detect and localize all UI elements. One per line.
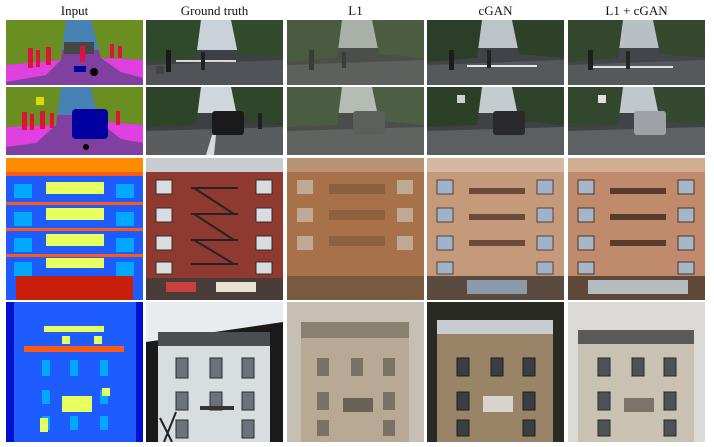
column-header-l1: L1 [348, 3, 363, 18]
facade-photo-l1-2 [287, 302, 424, 442]
facade-photo-ground-truth-1 [146, 158, 283, 300]
street-photo-cgan-2 [427, 87, 564, 155]
facade-photo-l1-cgan-1 [568, 158, 705, 300]
column-header-input: Input [60, 3, 89, 18]
facade-photo-cgan-2 [427, 302, 564, 442]
facade-label-map-1 [6, 158, 143, 300]
column-header-l1-cgan: L1 + cGAN [605, 3, 668, 18]
street-photo-l1-2 [287, 87, 424, 155]
facade-photo-cgan-1 [427, 158, 564, 300]
facade-photo-l1-cgan-2 [568, 302, 705, 442]
column-header-ground-truth: Ground truth [180, 3, 249, 18]
street-photo-l1-cgan-1 [568, 20, 705, 85]
street-label-map-2 [6, 87, 143, 155]
street-photo-cgan-1 [427, 20, 564, 85]
facade-photo-ground-truth-2 [146, 302, 283, 442]
facade-label-map-2 [6, 302, 143, 442]
column-header-cgan: cGAN [478, 3, 513, 18]
street-label-map-1 [6, 20, 143, 85]
street-photo-l1-cgan-2 [568, 87, 705, 155]
street-photo-ground-truth-2 [146, 87, 283, 155]
street-photo-l1-1 [287, 20, 424, 85]
street-photo-ground-truth-1 [146, 20, 283, 85]
facade-photo-l1-1 [287, 158, 424, 300]
